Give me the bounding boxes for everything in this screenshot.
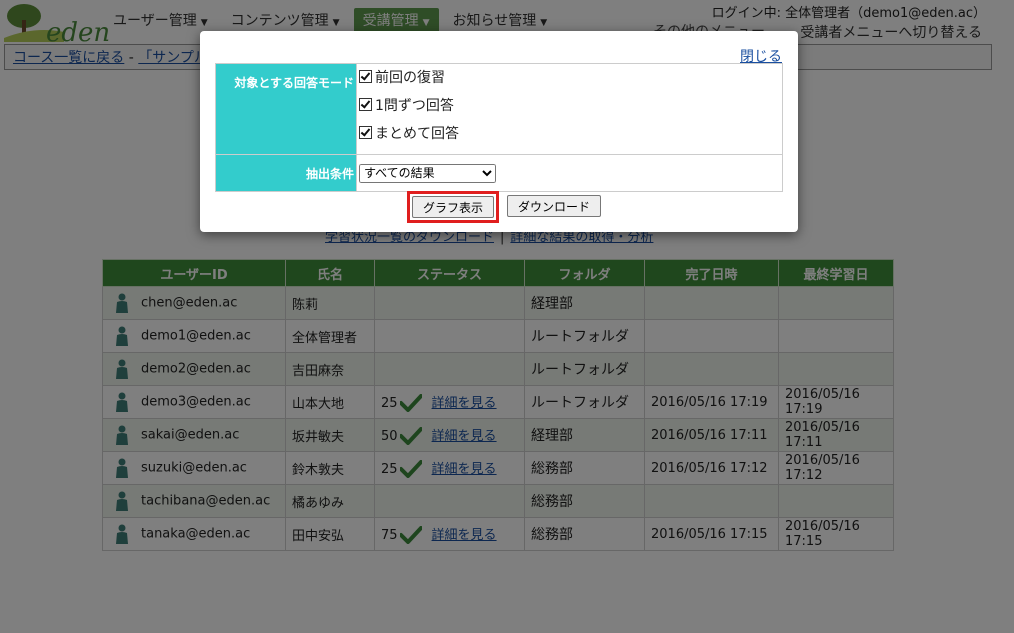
- download-button[interactable]: ダウンロード: [507, 195, 602, 217]
- condition-cell: すべての結果: [356, 154, 783, 192]
- mode-label: 1問ずつ回答: [375, 98, 454, 114]
- answer-mode-label: 対象とする回答モード: [215, 63, 357, 155]
- mode-label: 前回の復習: [375, 70, 445, 86]
- checkbox-checked-icon[interactable]: [359, 70, 372, 83]
- checkbox-checked-icon[interactable]: [359, 98, 372, 111]
- checkbox-checked-icon[interactable]: [359, 126, 372, 139]
- mode-option-one-by-one[interactable]: 1問ずつ回答: [359, 95, 780, 123]
- condition-select[interactable]: すべての結果: [359, 163, 496, 183]
- condition-label: 抽出条件: [215, 154, 357, 192]
- mode-option-all-at-once[interactable]: まとめて回答: [359, 123, 780, 151]
- mode-option-review[interactable]: 前回の復習: [359, 67, 780, 95]
- graph-dialog: 閉じる 対象とする回答モード 前回の復習 1問ずつ回答 まとめて回答 抽出条件 …: [200, 31, 798, 232]
- dialog-buttons: グラフ表示 ダウンロード: [407, 191, 602, 223]
- graph-options-form: 対象とする回答モード 前回の復習 1問ずつ回答 まとめて回答 抽出条件 すべての…: [215, 63, 783, 192]
- answer-mode-options: 前回の復習 1問ずつ回答 まとめて回答: [356, 63, 783, 155]
- graph-button-highlight: グラフ表示: [407, 191, 500, 223]
- mode-label: まとめて回答: [375, 126, 459, 142]
- show-graph-button[interactable]: グラフ表示: [412, 196, 495, 218]
